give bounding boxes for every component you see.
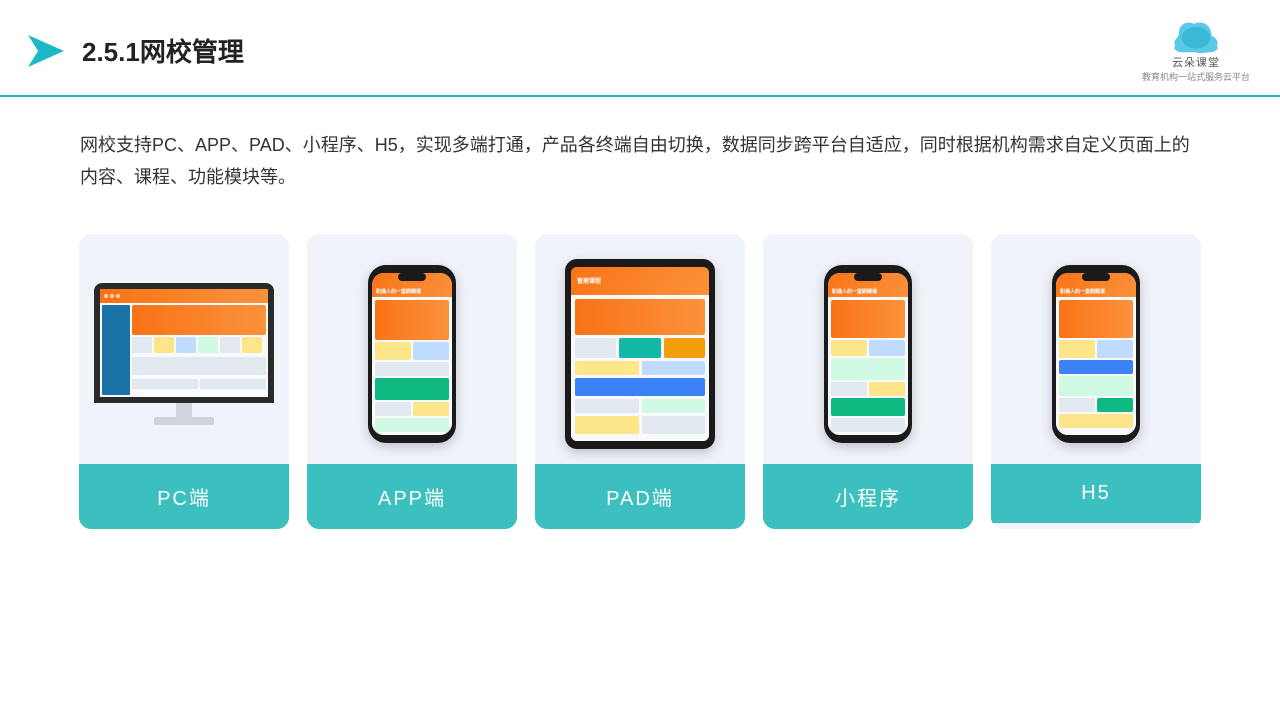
card-miniprogram-label: 小程序: [763, 464, 973, 529]
brand-cloud-icon: [1169, 18, 1223, 54]
cards-container: PC端 职通人的一堂刷题课: [0, 214, 1280, 559]
card-app-image: 职通人的一堂刷题课: [307, 234, 517, 464]
phone-mockup-app: 职通人的一堂刷题课: [368, 265, 456, 443]
card-app-label: APP端: [307, 464, 517, 529]
card-pad-image: 管理课程: [535, 234, 745, 464]
header-right: 云朵课堂 教育机构一站式服务云平台: [1142, 18, 1250, 83]
brand-logo: 云朵课堂 教育机构一站式服务云平台: [1142, 18, 1250, 83]
card-miniprogram-image: 职通人的一堂刷题课: [763, 234, 973, 464]
card-pc: PC端: [79, 234, 289, 529]
card-app: 职通人的一堂刷题课: [307, 234, 517, 529]
brand-name: 云朵课堂: [1172, 54, 1220, 70]
description-text: 网校支持PC、APP、PAD、小程序、H5，实现多端打通，产品各终端自由切换，数…: [0, 97, 1280, 214]
logo-arrow-icon: [20, 27, 68, 75]
card-pad: 管理课程: [535, 234, 745, 529]
card-pc-label: PC端: [79, 464, 289, 529]
card-h5-label: H5: [991, 464, 1201, 523]
pc-monitor-icon: [94, 283, 274, 425]
card-pc-image: [79, 234, 289, 464]
card-miniprogram: 职通人的一堂刷题课: [763, 234, 973, 529]
phone-mockup-mini: 职通人的一堂刷题课: [824, 265, 912, 443]
phone-mockup-h5: 职通人的一堂刷题课: [1052, 265, 1140, 443]
header-left: 2.5.1网校管理: [20, 27, 244, 75]
card-h5-image: 职通人的一堂刷题课: [991, 234, 1201, 464]
card-h5: 职通人的一堂刷题课: [991, 234, 1201, 529]
tablet-mockup-pad: 管理课程: [565, 259, 715, 449]
page-header: 2.5.1网校管理 云朵课堂 教育机构一站式服务云平台: [0, 0, 1280, 97]
page-title: 2.5.1网校管理: [82, 32, 244, 69]
brand-tagline: 教育机构一站式服务云平台: [1142, 70, 1250, 83]
card-pad-label: PAD端: [535, 464, 745, 529]
